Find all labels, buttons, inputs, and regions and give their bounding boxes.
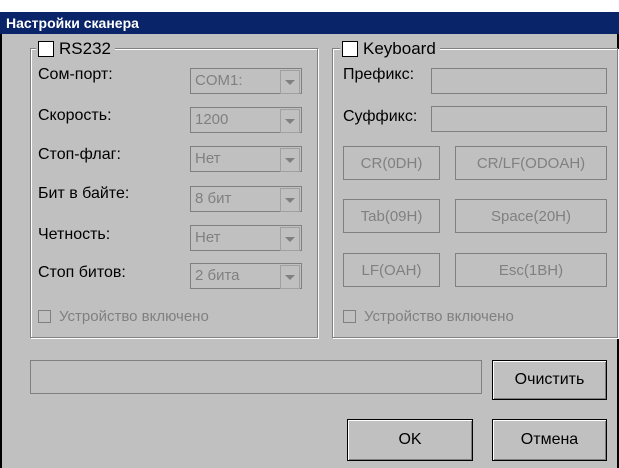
com-port-value: COM1: xyxy=(195,72,243,89)
rs232-device-enabled-label: Устройство включено xyxy=(59,308,209,325)
keyboard-title: Keyboard xyxy=(363,39,436,58)
keyboard-checkbox[interactable] xyxy=(342,41,358,57)
keyboard-device-enabled-label: Устройство включено xyxy=(364,308,514,325)
data-bits-label: Бит в байте: xyxy=(38,185,130,202)
data-bits-value: 8 бит xyxy=(195,190,232,207)
com-port-select[interactable]: COM1: xyxy=(190,68,302,94)
chevron-down-icon[interactable] xyxy=(280,227,300,251)
stop-bits-select[interactable]: 2 бита xyxy=(190,263,302,289)
rs232-checkbox[interactable] xyxy=(38,41,54,57)
data-bits-select[interactable]: 8 бит xyxy=(190,186,302,212)
crlf-button[interactable]: CR/LF(ODOAH) xyxy=(455,146,607,180)
status-field xyxy=(30,360,482,394)
speed-value: 1200 xyxy=(195,111,229,128)
prefix-label: Префикс: xyxy=(343,66,415,83)
cr-button[interactable]: CR(0DH) xyxy=(343,146,440,180)
clear-button[interactable]: Очистить xyxy=(492,360,607,400)
stop-flag-label: Стоп-флаг: xyxy=(38,146,121,163)
rs232-device-enabled-checkbox[interactable]: Устройство включено xyxy=(38,308,209,325)
checkbox-box xyxy=(38,310,51,323)
chevron-down-icon[interactable] xyxy=(280,188,300,212)
keyboard-legend: Keyboard xyxy=(340,39,440,59)
chevron-down-icon[interactable] xyxy=(280,265,300,289)
cancel-button[interactable]: Отмена xyxy=(492,419,607,461)
window-title: Настройки сканера xyxy=(6,15,139,31)
parity-value: Нет xyxy=(195,229,221,246)
space-button[interactable]: Space(20H) xyxy=(455,199,607,233)
rs232-title: RS232 xyxy=(59,39,111,58)
speed-label: Скорость: xyxy=(38,107,112,124)
ok-button[interactable]: OK xyxy=(347,419,473,461)
prefix-field[interactable] xyxy=(431,68,607,94)
keyboard-device-enabled-checkbox[interactable]: Устройство включено xyxy=(343,308,514,325)
stop-flag-select[interactable]: Нет xyxy=(190,146,302,172)
tab-button[interactable]: Tab(09H) xyxy=(343,199,440,233)
lf-button[interactable]: LF(OAH) xyxy=(343,253,440,287)
stop-bits-label: Стоп битов: xyxy=(38,264,126,281)
stop-flag-value: Нет xyxy=(195,150,221,167)
chevron-down-icon[interactable] xyxy=(280,148,300,172)
title-bar: Настройки сканера xyxy=(0,12,619,34)
esc-button[interactable]: Esc(1BH) xyxy=(455,253,607,287)
com-port-label: Сом-порт: xyxy=(38,66,113,83)
chevron-down-icon[interactable] xyxy=(280,70,300,94)
parity-select[interactable]: Нет xyxy=(190,225,302,251)
checkbox-box xyxy=(343,310,356,323)
stop-bits-value: 2 бита xyxy=(195,267,240,284)
suffix-label: Суффикс: xyxy=(343,108,418,125)
rs232-legend: RS232 xyxy=(36,39,115,59)
parity-label: Четность: xyxy=(38,226,111,243)
speed-select[interactable]: 1200 xyxy=(190,107,302,133)
chevron-down-icon[interactable] xyxy=(280,109,300,133)
suffix-field[interactable] xyxy=(431,106,607,132)
